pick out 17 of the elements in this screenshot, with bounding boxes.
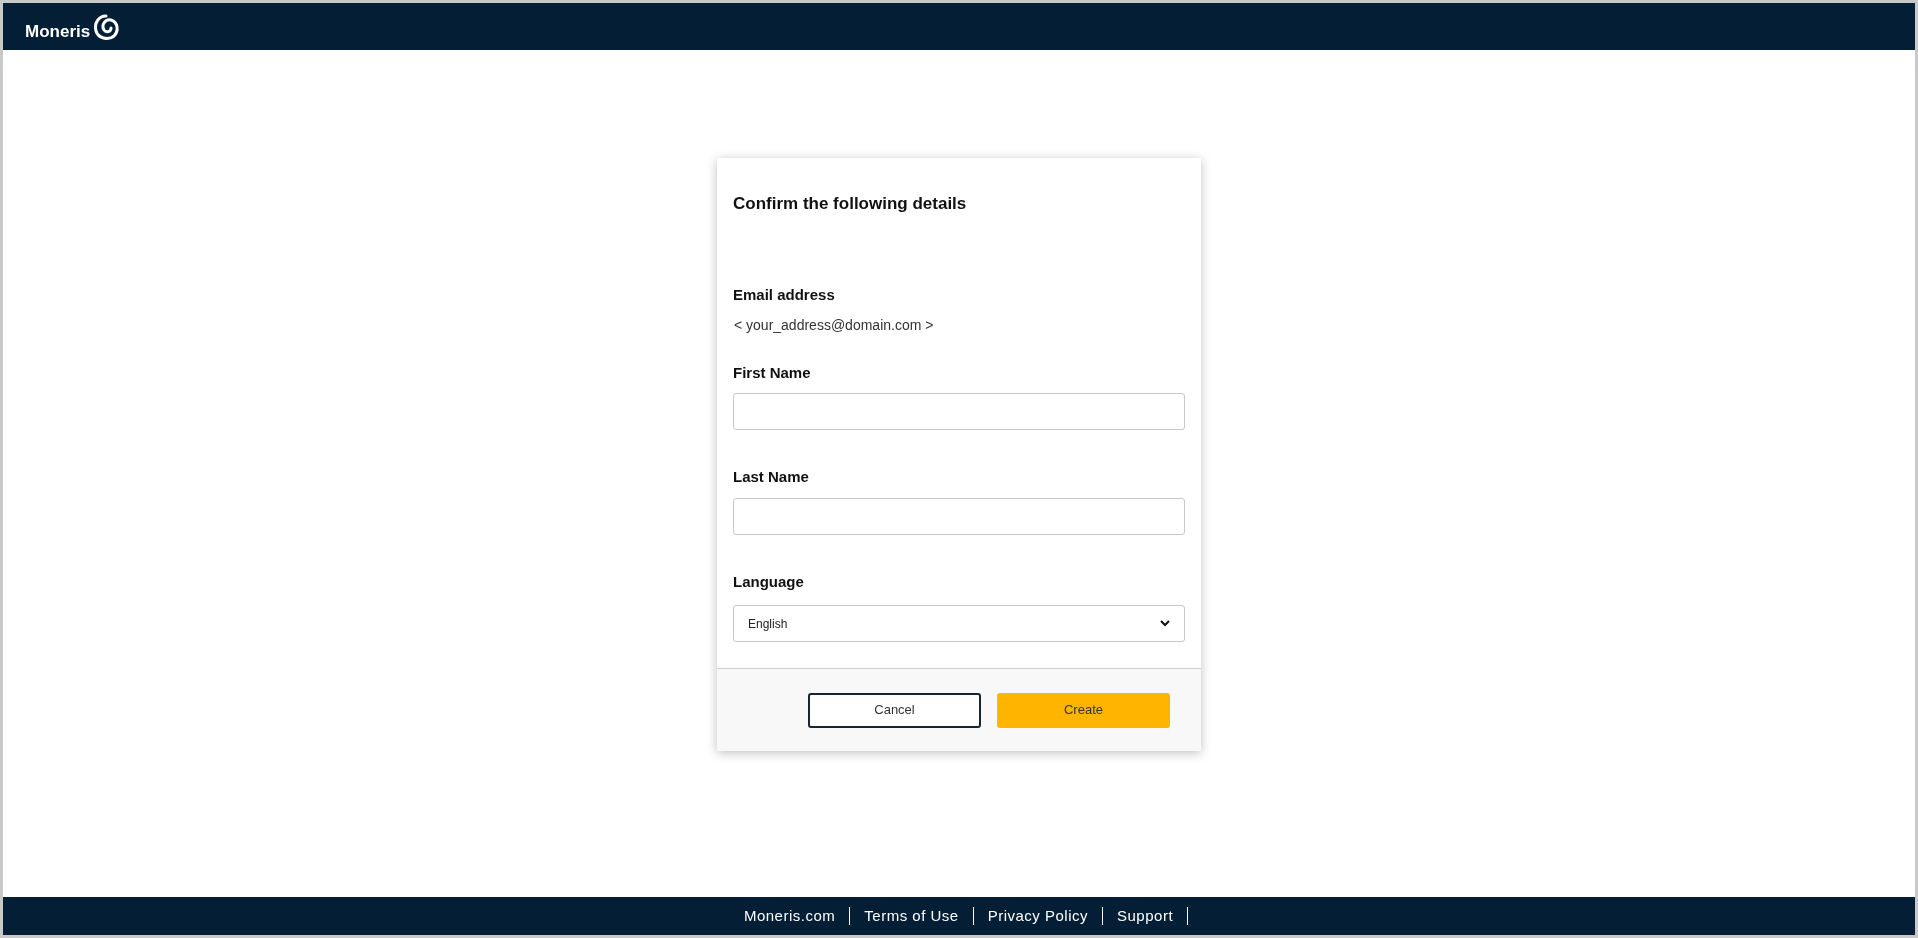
- field-label: Email address: [733, 285, 836, 306]
- chevron-down-icon: [1160, 620, 1170, 628]
- footer-link[interactable]: Terms of Use: [850, 904, 973, 928]
- create-button[interactable]: Create: [997, 692, 1170, 728]
- footer-link[interactable]: Moneris.com: [729, 904, 850, 928]
- cancel-button[interactable]: Cancel: [808, 692, 981, 728]
- footer-link[interactable]: Privacy Policy: [973, 904, 1102, 928]
- text-field[interactable]: [733, 393, 1185, 431]
- field-label: First Name: [733, 362, 812, 383]
- footer-link[interactable]: Support: [1103, 904, 1188, 928]
- field-label: Last Name: [733, 467, 810, 488]
- field-label: Language: [733, 571, 805, 592]
- language-select[interactable]: English: [733, 605, 1185, 643]
- dialog-title: Confirm the following details: [733, 193, 968, 215]
- text-field[interactable]: [733, 497, 1185, 535]
- email-value: < your_address@domain.com >: [734, 315, 935, 335]
- logo[interactable]: Moneris: [25, 11, 121, 42]
